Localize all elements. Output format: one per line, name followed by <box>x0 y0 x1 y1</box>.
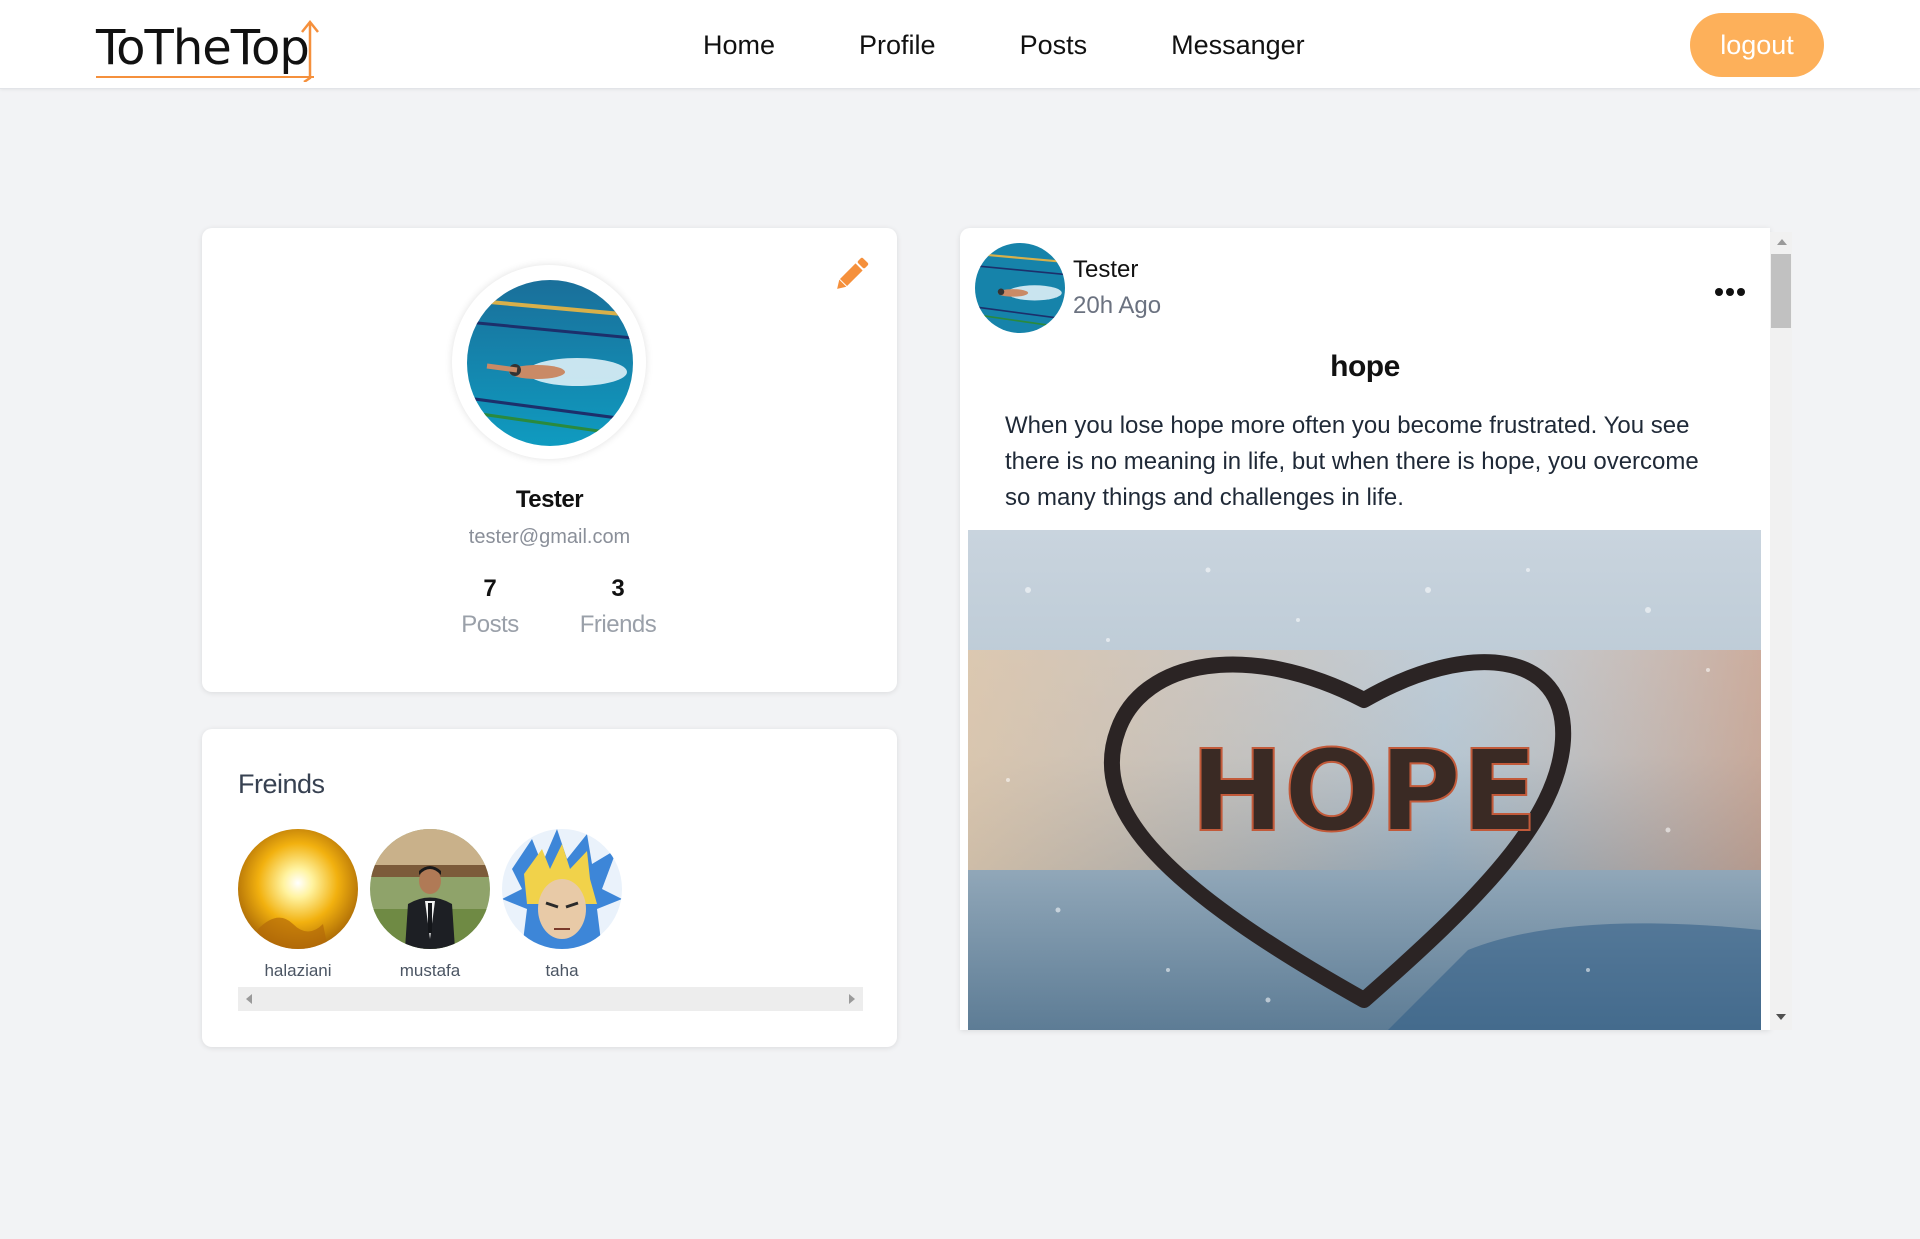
post-author-avatar[interactable] <box>975 243 1065 333</box>
post-timestamp: 20h Ago <box>1073 292 1162 319</box>
swimmer-photo <box>467 280 633 446</box>
pencil-icon[interactable] <box>830 252 874 296</box>
friend-name: halaziani <box>264 961 332 980</box>
scroll-down-icon[interactable] <box>1776 1014 1786 1020</box>
navbar: ToTheTop Home Profile Posts Messanger lo… <box>0 0 1920 89</box>
stat-friends[interactable]: 3 Friends <box>558 574 678 646</box>
friend-avatar[interactable] <box>502 829 622 949</box>
friend-item[interactable]: mustafa <box>370 829 490 981</box>
friend-name: mustafa <box>399 961 461 980</box>
post-image[interactable]: HOPE <box>968 530 1761 1030</box>
friend-item[interactable]: halaziani <box>238 829 358 981</box>
post-body: When you lose hope more often you become… <box>1005 412 1699 511</box>
profile-name: Tester <box>515 486 584 513</box>
post-vertical-scrollbar[interactable] <box>1770 232 1792 1030</box>
stat-posts-label: Posts <box>461 611 519 638</box>
stat-posts-count: 7 <box>483 575 497 602</box>
friends-card: Freinds halaziani mustafa taha <box>202 729 897 1047</box>
main-nav: Home Profile Posts Messanger <box>703 26 1305 64</box>
nav-messanger[interactable]: Messanger <box>1171 26 1305 64</box>
nav-home[interactable]: Home <box>703 26 775 64</box>
logout-button[interactable]: logout <box>1690 13 1824 77</box>
stat-posts[interactable]: 7 Posts <box>440 574 540 646</box>
nav-posts[interactable]: Posts <box>1020 26 1088 64</box>
scroll-up-icon[interactable] <box>1777 239 1787 245</box>
friend-item[interactable]: taha <box>502 829 622 981</box>
sun-photo <box>238 829 358 949</box>
logo-underline <box>96 76 314 78</box>
friends-horizontal-scrollbar[interactable] <box>238 987 863 1011</box>
profile-avatar-frame <box>452 265 646 459</box>
swimmer-photo <box>975 243 1065 333</box>
hope-image-text: HOPE <box>1190 727 1538 857</box>
up-arrow-icon <box>301 19 319 82</box>
nav-profile[interactable]: Profile <box>859 26 936 64</box>
post-card: Tester 20h Ago hope When you lose hope m… <box>960 228 1770 1030</box>
stat-friends-count: 3 <box>611 575 625 602</box>
profile-avatar[interactable] <box>467 280 633 446</box>
friend-avatar[interactable] <box>238 829 358 949</box>
stat-friends-label: Friends <box>579 611 657 638</box>
profile-email: tester@gmail.com <box>468 526 631 548</box>
hope-heart-window-photo: HOPE <box>968 530 1761 1030</box>
friend-avatar[interactable] <box>370 829 490 949</box>
friends-title: Freinds <box>238 769 325 799</box>
post-author-name[interactable]: Tester <box>1073 256 1138 284</box>
logo[interactable]: ToTheTop <box>96 16 324 82</box>
logo-text: ToTheTop <box>96 20 310 76</box>
friend-name: taha <box>545 961 579 980</box>
anime-character-photo <box>502 829 622 949</box>
scroll-thumb[interactable] <box>1771 254 1791 328</box>
profile-card: Tester tester@gmail.com 7 Posts 3 Friend… <box>202 228 897 692</box>
post-title: hope <box>1330 350 1400 383</box>
more-horizontal-icon[interactable] <box>1715 283 1753 297</box>
scroll-left-icon[interactable] <box>246 994 252 1004</box>
scroll-right-icon[interactable] <box>849 994 855 1004</box>
man-in-suit-photo <box>370 829 490 949</box>
